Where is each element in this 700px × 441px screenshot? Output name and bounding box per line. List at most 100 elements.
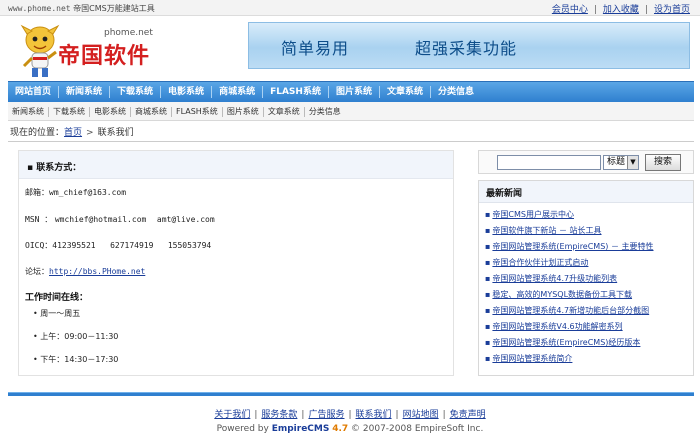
- work-hours-days: • 周一～周五: [33, 309, 81, 318]
- news-item: ▪ 帝国网站管理系统(EmpireCMS) － 主要特性: [485, 241, 654, 252]
- footer-about-link[interactable]: 关于我们: [214, 410, 250, 420]
- member-center-link[interactable]: 会员中心: [552, 5, 588, 15]
- news-link[interactable]: 稳定、高效的MYSQL数据备份工具下载: [492, 290, 632, 299]
- bullet-icon: ▪: [485, 290, 491, 299]
- news-link[interactable]: 帝国网站管理系统简介: [492, 354, 572, 363]
- subnav-news[interactable]: 新闻系统: [8, 102, 48, 121]
- banner-slogan-collect: 超强采集功能: [415, 39, 518, 58]
- bullet-icon: ▪: [485, 242, 491, 251]
- breadcrumb-divider: [8, 141, 694, 142]
- subnav-photo[interactable]: 图片系统: [223, 102, 263, 121]
- msn-value-live: amt@live.com: [156, 215, 215, 224]
- nav-home[interactable]: 网站首页: [8, 82, 58, 102]
- add-favorite-link[interactable]: 加入收藏: [603, 5, 639, 15]
- footer-contact-link[interactable]: 联系我们: [356, 410, 392, 420]
- site-url: www.phome.net: [8, 4, 71, 13]
- breadcrumb-home-link[interactable]: 首页: [64, 128, 82, 138]
- latest-news-title: 最新新闻: [486, 189, 523, 199]
- nav-download[interactable]: 下载系统: [110, 82, 160, 102]
- nav-article[interactable]: 文章系统: [380, 82, 430, 102]
- work-hours-title: 工作时间在线：: [25, 293, 89, 303]
- breadcrumb-separator: >: [86, 128, 94, 138]
- subnav-classified[interactable]: 分类信息: [305, 102, 345, 121]
- news-item: ▪ 帝国CMS用户展示中心: [485, 209, 574, 220]
- contact-panel: ▪ 联系方式： 邮箱：wm_chief@163.com MSN ： wmchie…: [18, 150, 454, 376]
- email-value: wm_chief@163.com: [49, 188, 127, 197]
- subnav-article[interactable]: 文章系统: [264, 102, 304, 121]
- msn-row: MSN ： wmchief@hotmail.com amt@live.com: [25, 214, 215, 225]
- news-item: ▪ 帝国网站管理系统4.7新增功能后台部分截图: [485, 305, 649, 316]
- bullet-icon: ▪: [485, 258, 491, 267]
- powered-prefix: Powered by: [216, 424, 269, 434]
- breadcrumb: 现在的位置：首页 > 联系我们: [10, 125, 694, 139]
- footer-terms-link[interactable]: 服务条款: [261, 410, 297, 420]
- latest-news-box: 最新新闻 ▪ 帝国CMS用户展示中心 ▪ 帝国软件旗下新站 － 站长工具 ▪ 帝国网站…: [478, 180, 694, 376]
- site-description: www.phome.net 帝国CMS万能建站工具: [8, 3, 155, 14]
- bullet-icon: ▪: [485, 226, 491, 235]
- news-item: ▪ 帝国网站管理系统简介: [485, 353, 572, 364]
- news-item: ▪ 稳定、高效的MYSQL数据备份工具下载: [485, 289, 632, 300]
- site-tagline: 帝国CMS万能建站工具: [73, 4, 155, 13]
- news-item: ▪ 帝国软件旗下新站 － 站长工具: [485, 225, 602, 236]
- search-box: 标题 ▼ 搜索: [478, 150, 694, 174]
- nav-flash[interactable]: FLASH系统: [263, 82, 328, 102]
- bullet-icon: ▪: [485, 322, 491, 331]
- search-field-value: 标题: [607, 157, 626, 167]
- bullet-icon: ▪: [485, 306, 491, 315]
- chevron-down-icon[interactable]: ▼: [627, 156, 638, 169]
- search-input[interactable]: [497, 155, 601, 170]
- contact-title: ▪ 联系方式：: [27, 163, 82, 173]
- logo-domain: phome.net: [104, 28, 153, 38]
- news-link[interactable]: 帝国网站管理系统(EmpireCMS) － 主要特性: [492, 242, 653, 251]
- bullet-icon: ▪: [485, 210, 491, 219]
- bullet-icon: ▪: [485, 274, 491, 283]
- subnav-movie[interactable]: 电影系统: [90, 102, 130, 121]
- footer-disclaimer-link[interactable]: 免责声明: [450, 410, 486, 420]
- nav-classified[interactable]: 分类信息: [431, 82, 481, 102]
- subnav-shop[interactable]: 商城系统: [131, 102, 171, 121]
- news-link[interactable]: 帝国网站管理系统V4.6功能解密系列: [492, 322, 622, 331]
- contact-panel-header: ▪ 联系方式：: [19, 151, 453, 179]
- msn-label: MSN ：: [25, 215, 53, 224]
- news-link[interactable]: 帝国CMS用户展示中心: [492, 210, 574, 219]
- news-link[interactable]: 帝国网站管理系统(EmpireCMS)经历版本: [492, 338, 640, 347]
- news-item: ▪ 帝国网站管理系统4.7升级功能列表: [485, 273, 617, 284]
- powered-by: Powered by EmpireCMS 4.7 © 2007-2008 Emp…: [0, 424, 700, 434]
- search-button[interactable]: 搜索: [645, 154, 681, 171]
- news-item: ▪ 帝国合作伙伴计划正式启动: [485, 257, 588, 268]
- search-field-select[interactable]: 标题 ▼: [603, 155, 639, 170]
- subnav-flash[interactable]: FLASH系统: [172, 102, 222, 121]
- news-link[interactable]: 帝国软件旗下新站 － 站长工具: [492, 226, 601, 235]
- set-homepage-link[interactable]: 设为首页: [654, 5, 690, 15]
- banner-slogan-easy: 简单易用: [281, 39, 350, 58]
- powered-version: 4.7: [332, 424, 349, 434]
- powered-product[interactable]: EmpireCMS: [272, 424, 330, 434]
- breadcrumb-prefix: 现在的位置：: [10, 128, 65, 138]
- site-logo[interactable]: phome.net 帝国软件: [18, 22, 168, 80]
- footer-divider: [8, 392, 694, 396]
- work-hours-afternoon: • 下午：14:30－17:30: [33, 355, 119, 364]
- header-banner[interactable]: 简单易用 超强采集功能: [248, 22, 690, 69]
- top-bar: www.phome.net 帝国CMS万能建站工具 会员中心 | 加入收藏 | 设为首页: [0, 0, 700, 16]
- nav-news[interactable]: 新闻系统: [59, 82, 109, 102]
- nav-movie[interactable]: 电影系统: [161, 82, 211, 102]
- nav-photo[interactable]: 图片系统: [329, 82, 379, 102]
- news-link[interactable]: 帝国网站管理系统4.7新增功能后台部分截图: [492, 306, 649, 315]
- news-link[interactable]: 帝国合作伙伴计划正式启动: [492, 258, 588, 267]
- subnav-download[interactable]: 下载系统: [49, 102, 89, 121]
- breadcrumb-current: 联系我们: [97, 128, 134, 138]
- news-item: ▪ 帝国网站管理系统(EmpireCMS)经历版本: [485, 337, 640, 348]
- main-nav: 网站首页 新闻系统 下载系统 电影系统 商城系统 FLASH系统 图片系统 文章…: [8, 81, 694, 102]
- forum-link[interactable]: http://bbs.PHome.net: [49, 267, 145, 276]
- footer-sitemap-link[interactable]: 网站地图: [403, 410, 439, 420]
- news-link[interactable]: 帝国网站管理系统4.7升级功能列表: [492, 274, 617, 283]
- copyright: © 2007-2008 EmpireSoft Inc.: [351, 424, 484, 434]
- qq-label: OICQ：: [25, 241, 53, 250]
- msn-value-hotmail: wmchief@hotmail.com: [54, 215, 147, 224]
- nav-shop[interactable]: 商城系统: [212, 82, 262, 102]
- footer-links: 关于我们 | 服务条款 | 广告服务 | 联系我们 | 网站地图 | 免责声明: [214, 410, 486, 420]
- bullet-icon: ▪: [485, 354, 491, 363]
- footer-ads-link[interactable]: 广告服务: [308, 410, 344, 420]
- mascot-icon: [20, 24, 60, 77]
- latest-news-header: 最新新闻: [479, 181, 693, 203]
